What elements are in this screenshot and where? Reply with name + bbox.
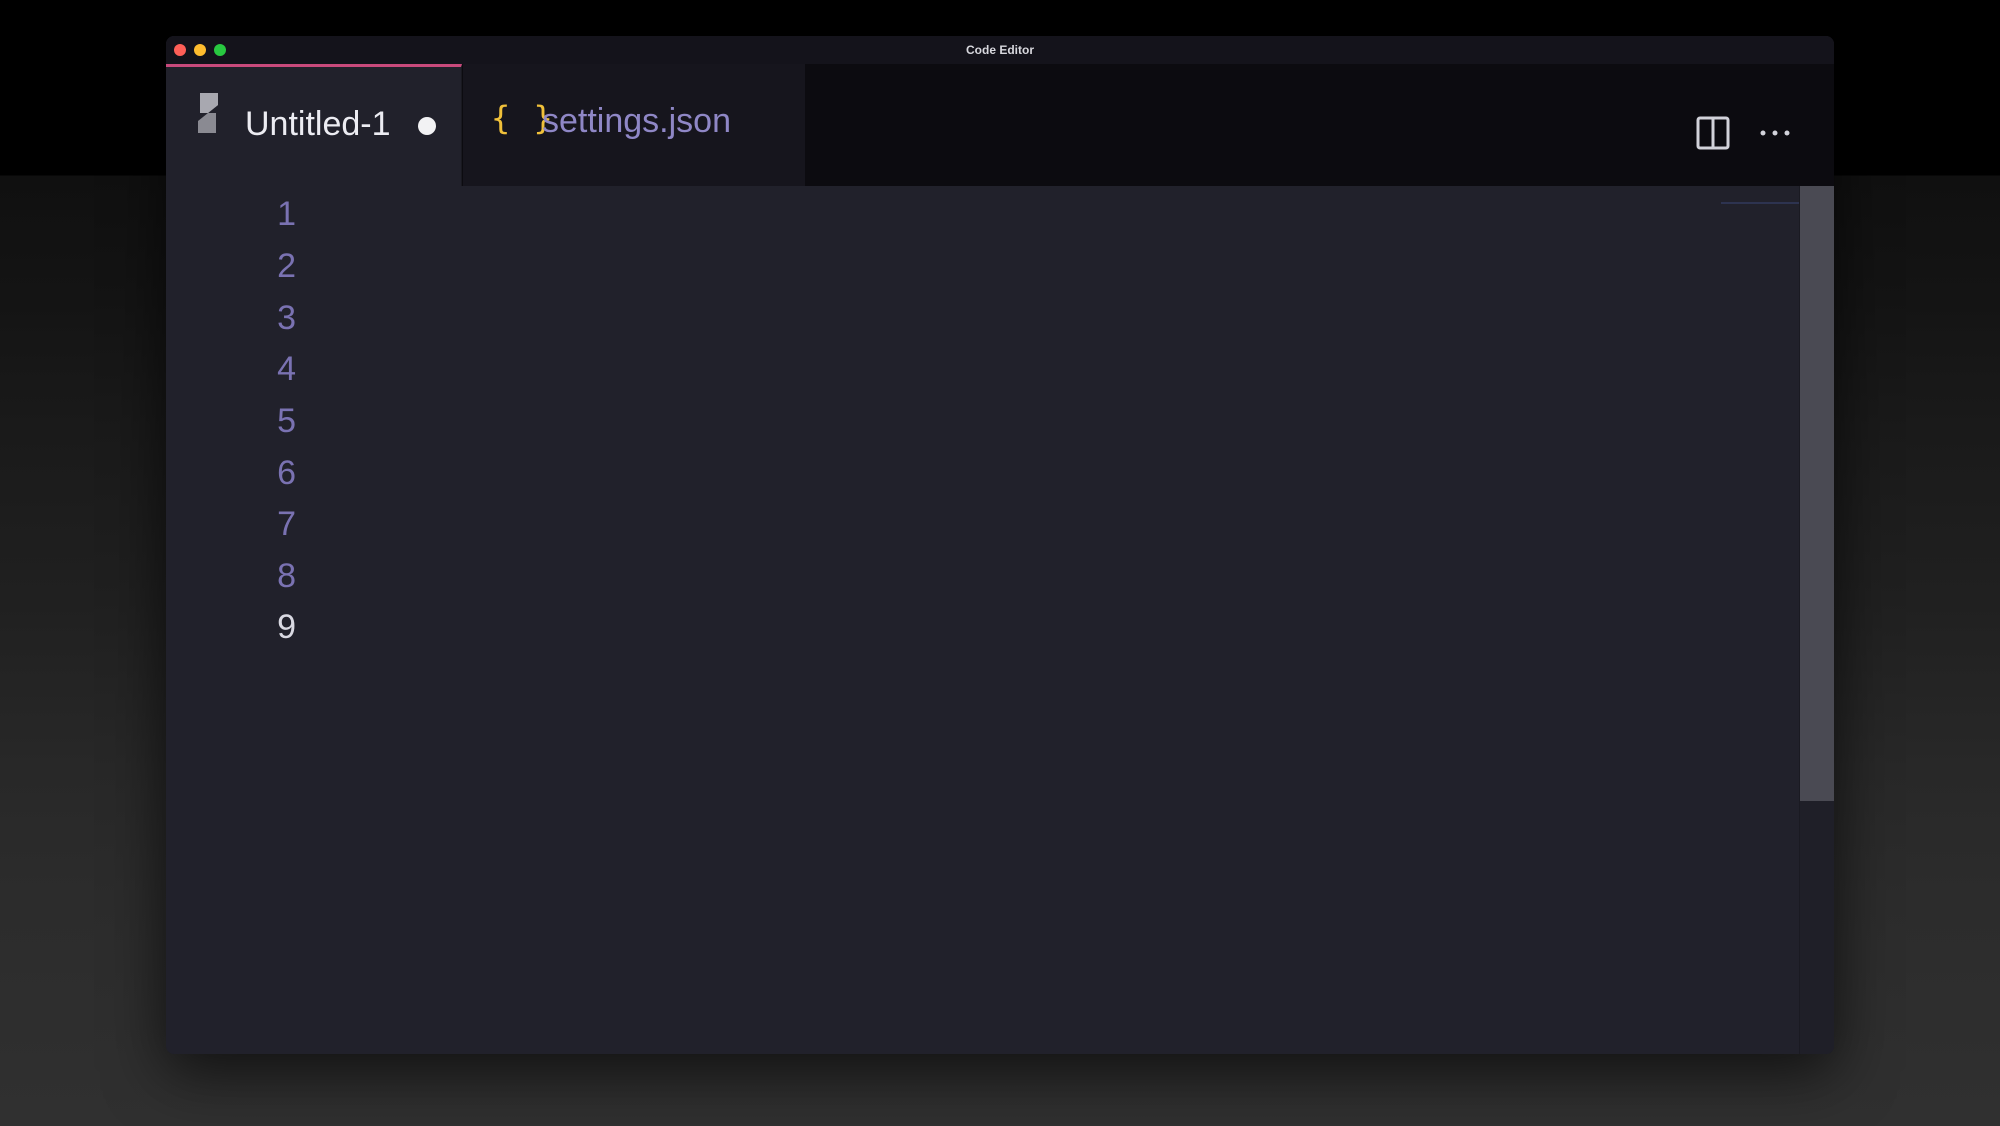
minimap-indicator [1721,202,1801,204]
line-number: 3 [277,299,296,337]
line-number: 5 [277,402,296,440]
window-title: Code Editor [966,43,1034,57]
editor-window: Code Editor Untitled-1 { } settings.json [166,36,1834,1054]
editor-area[interactable]: 1 2 3 4 5 6 7 8 9 [166,186,1834,1054]
line-number: 1 [277,195,296,233]
vertical-scrollbar-thumb[interactable] [1800,186,1834,801]
split-editor-icon[interactable] [1696,116,1730,150]
line-number: 8 [277,557,296,595]
title-bar: Code Editor [166,36,1834,64]
swift-logo-icon [194,91,222,140]
more-actions-icon[interactable] [1758,116,1792,150]
tab-label: Untitled-1 [245,105,391,143]
line-number: 2 [277,247,296,285]
line-number: 6 [277,454,296,492]
tab-untitled-1[interactable]: Untitled-1 [166,64,462,186]
unsaved-changes-dot-icon[interactable] [418,117,436,135]
tab-settings-json[interactable]: { } settings.json [463,64,805,186]
line-number-gutter: 1 2 3 4 5 6 7 8 9 [166,186,296,1054]
tab-label: settings.json [542,102,731,140]
line-number-current: 9 [277,608,296,646]
tab-bar: Untitled-1 { } settings.json [166,64,1834,186]
line-number: 4 [277,350,296,388]
line-number: 7 [277,505,296,543]
